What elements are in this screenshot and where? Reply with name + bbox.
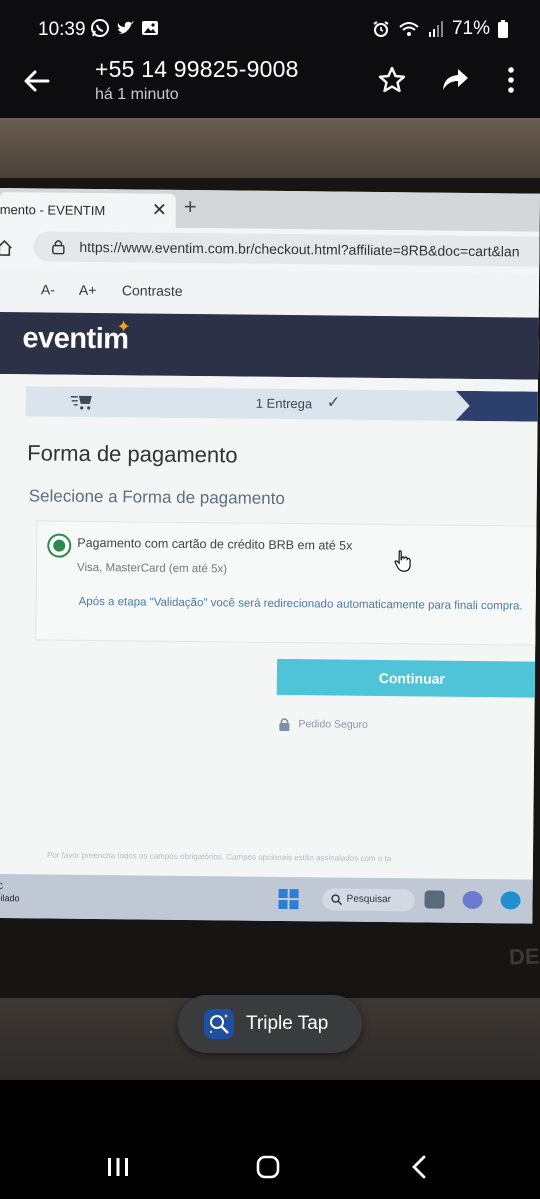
address-bar: https://www.eventim.com.br/checkout.html… bbox=[0, 225, 540, 274]
triple-tap-label: Triple Tap bbox=[246, 1013, 329, 1034]
tab-close-icon[interactable]: ✕ bbox=[152, 200, 167, 221]
accessibility-magnify-icon bbox=[204, 1009, 234, 1039]
gallery-icon bbox=[142, 21, 158, 35]
windows-taskbar: PC ubilado Pesquisar bbox=[0, 873, 533, 924]
chat-icon[interactable] bbox=[462, 890, 483, 910]
logo-star-icon: ✦ bbox=[116, 317, 131, 337]
alarm-icon bbox=[373, 21, 389, 37]
taskbar-search-label: Pesquisar bbox=[346, 893, 392, 906]
font-decrease-button[interactable]: A- bbox=[41, 281, 55, 297]
checkout-content: 1 Entrega ✓ Forma de pagamento Selecione… bbox=[0, 373, 540, 880]
section-subtitle: Selecione a Forma de pagamento bbox=[28, 486, 285, 508]
payment-radio[interactable] bbox=[47, 533, 72, 558]
taskbar-widget-line: PC bbox=[0, 880, 4, 892]
status-time: 10:39 bbox=[38, 19, 86, 40]
payment-option-card[interactable]: Pagamento com cartão de crédito BRB em a… bbox=[35, 520, 540, 646]
notification-icons bbox=[90, 18, 160, 38]
radio-selected-dot bbox=[53, 539, 66, 552]
more-options-icon[interactable] bbox=[500, 66, 522, 94]
forward-icon[interactable] bbox=[440, 66, 470, 94]
browser-tab[interactable]: mento - EVENTIM ✕ bbox=[0, 191, 176, 228]
system-status: 71% bbox=[372, 18, 508, 40]
font-increase-button[interactable]: A+ bbox=[79, 282, 97, 298]
timestamp: há 1 minuto bbox=[95, 86, 179, 103]
navigation-bar bbox=[0, 1080, 540, 1199]
step-delivery-label: 1 Entrega bbox=[255, 395, 313, 412]
tab-title: mento - EVENTIM bbox=[0, 201, 106, 219]
wifi-icon bbox=[399, 22, 419, 36]
url-field[interactable]: https://www.eventim.com.br/checkout.html… bbox=[33, 231, 540, 267]
battery-percent: 71% bbox=[451, 18, 490, 39]
recent-apps-icon[interactable] bbox=[106, 1156, 130, 1178]
twitter-icon bbox=[117, 21, 134, 34]
back-arrow-icon[interactable] bbox=[22, 66, 52, 96]
step-check-icon: ✓ bbox=[326, 394, 341, 412]
required-fields-note: Por favor preencha todos os campos obrig… bbox=[46, 850, 392, 864]
search-icon bbox=[331, 894, 343, 906]
triple-tap-toast[interactable]: Triple Tap bbox=[178, 995, 362, 1053]
accessibility-bar: A- A+ Contraste bbox=[0, 267, 540, 319]
payment-option-note: Após a etapa "Validação" você será redir… bbox=[78, 595, 523, 613]
hand-cursor-icon bbox=[394, 550, 411, 572]
status-bar: 10:39 71% bbox=[0, 0, 540, 52]
edge-browser-icon[interactable] bbox=[500, 891, 521, 910]
padlock-icon bbox=[279, 718, 290, 732]
eventim-logo[interactable]: eventim bbox=[22, 322, 128, 356]
star-icon[interactable] bbox=[378, 66, 406, 94]
lock-icon bbox=[52, 240, 65, 255]
contrast-button[interactable]: Contraste bbox=[122, 282, 183, 299]
new-tab-icon[interactable]: + bbox=[184, 194, 197, 220]
url-text: https://www.eventim.com.br/checkout.html… bbox=[79, 238, 520, 260]
site-header: eventim ✦ bbox=[0, 311, 539, 380]
home-button-icon[interactable] bbox=[256, 1155, 280, 1179]
background-wall bbox=[0, 118, 540, 180]
checkout-steps: 1 Entrega ✓ bbox=[25, 386, 540, 422]
laptop-screen: mento - EVENTIM ✕ + https://www.eventim.… bbox=[0, 188, 540, 924]
page-title: Forma de pagamento bbox=[27, 440, 238, 468]
browser-tab-bar: mento - EVENTIM ✕ + bbox=[0, 188, 540, 232]
task-view-icon[interactable] bbox=[424, 890, 445, 909]
taskbar-widget[interactable]: PC ubilado bbox=[0, 880, 20, 904]
windows-start-icon[interactable] bbox=[278, 888, 299, 910]
secure-order-label: Pedido Seguro bbox=[298, 718, 368, 731]
taskbar-search[interactable]: Pesquisar bbox=[322, 888, 415, 912]
continue-button[interactable]: Continuar bbox=[276, 658, 540, 698]
secure-order: Pedido Seguro bbox=[278, 717, 368, 732]
step-current bbox=[456, 391, 540, 422]
back-chevron-icon[interactable] bbox=[408, 1154, 430, 1180]
viewer-header: +55 14 99825-9008 há 1 minuto bbox=[0, 52, 540, 118]
photo-of-laptop-screen: mento - EVENTIM ✕ + https://www.eventim.… bbox=[0, 118, 540, 1080]
payment-option-cards: Visa, MasterCard (em até 5x) bbox=[76, 561, 228, 576]
battery-icon bbox=[498, 20, 508, 38]
cart-icon bbox=[70, 395, 92, 410]
laptop-brand-logo: DE bbox=[508, 943, 540, 970]
home-icon[interactable] bbox=[0, 239, 13, 257]
taskbar-widget-line: ubilado bbox=[0, 892, 20, 904]
payment-option-title: Pagamento com cartão de crédito BRB em a… bbox=[77, 535, 353, 553]
whatsapp-icon bbox=[91, 19, 109, 37]
contact-title: +55 14 99825-9008 bbox=[95, 56, 299, 82]
signal-icon bbox=[428, 21, 443, 37]
